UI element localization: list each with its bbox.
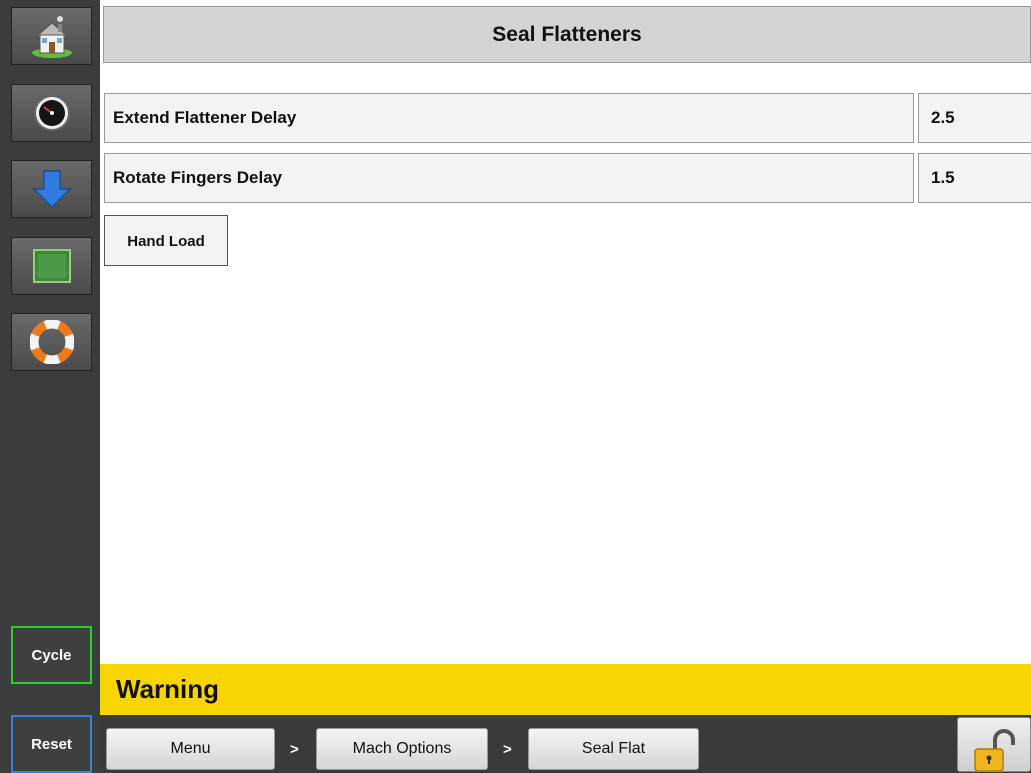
breadcrumb-mach-options[interactable]: Mach Options — [316, 728, 488, 770]
gauge-button[interactable] — [11, 84, 92, 142]
breadcrumb-separator: > — [503, 741, 512, 758]
cpu-button[interactable] — [11, 237, 92, 295]
lifebuoy-icon — [29, 320, 74, 364]
breadcrumb-seal-flat[interactable]: Seal Flat — [528, 728, 699, 770]
home-button[interactable] — [11, 7, 92, 65]
download-arrow-icon — [31, 170, 72, 209]
unlocked-padlock-icon — [974, 729, 1015, 771]
param-label-rotate-fingers-delay: Rotate Fingers Delay — [104, 153, 914, 203]
hand-load-button[interactable]: Hand Load — [104, 215, 228, 266]
breadcrumb-menu[interactable]: Menu — [106, 728, 275, 770]
lock-button[interactable] — [957, 717, 1031, 772]
param-value-extend-flattener-delay[interactable]: 2.5 — [918, 93, 1031, 143]
param-label-extend-flattener-delay: Extend Flattener Delay — [104, 93, 914, 143]
cpu-chip-icon — [32, 249, 71, 283]
gauge-icon — [33, 95, 70, 131]
home-icon — [31, 16, 72, 58]
help-button[interactable] — [11, 313, 92, 371]
breadcrumb: Menu > Mach Options > Seal Flat — [100, 715, 1031, 772]
main-panel: Seal Flatteners Extend Flattener Delay 2… — [100, 0, 1031, 714]
cycle-button[interactable]: Cycle — [11, 626, 92, 684]
page-title: Seal Flatteners — [103, 6, 1031, 63]
param-value-rotate-fingers-delay[interactable]: 1.5 — [918, 153, 1031, 203]
sidebar: Cycle Reset — [0, 0, 100, 773]
download-button[interactable] — [11, 160, 92, 218]
reset-button[interactable]: Reset — [11, 715, 92, 773]
breadcrumb-separator: > — [290, 741, 299, 758]
warning-banner: Warning — [100, 664, 1031, 715]
